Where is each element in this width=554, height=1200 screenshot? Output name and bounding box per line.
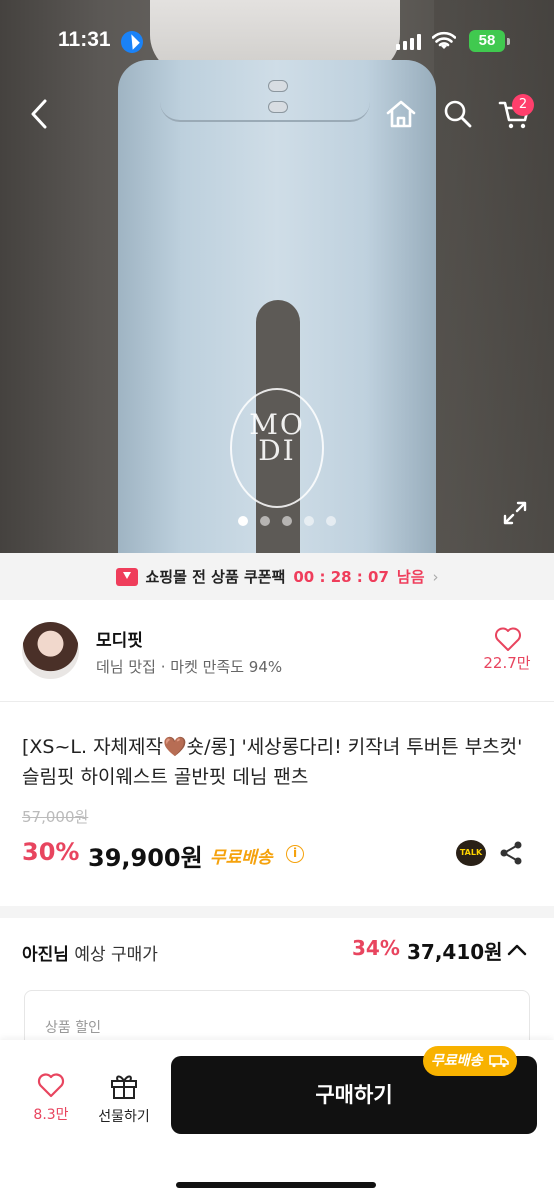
like-button[interactable]: 8.3만 — [22, 1072, 80, 1132]
status-time: 11:31 — [58, 28, 111, 51]
product-discount-label: 상품 할인 — [45, 1020, 101, 1036]
product-title: [XS~L. 자체제작🤎숏/롱] '세상롱다리! 키작녀 투버튼 부츠컷' 슬림… — [22, 736, 523, 788]
gift-button[interactable]: 선물하기 — [90, 1072, 158, 1132]
gift-icon — [111, 1075, 137, 1099]
shop-info[interactable]: 모디핏 데님 맛집 · 마켓 만족도 94% — [0, 600, 554, 702]
section-divider — [0, 906, 554, 918]
brand-logo: MO DI — [249, 408, 305, 467]
coupon-timer: 00 : 28 : 07 — [293, 567, 389, 586]
chevron-up-icon[interactable] — [506, 940, 528, 960]
coupon-text: 쇼핑몰 전 상품 쿠폰팩 — [145, 568, 286, 586]
sale-price: 39,900원 — [88, 844, 203, 872]
page-dot[interactable] — [304, 516, 314, 526]
expand-icon[interactable] — [500, 498, 530, 528]
cart-count-badge: 2 — [512, 94, 534, 116]
info-icon[interactable]: i — [286, 845, 304, 863]
free-shipping-label: 무료배송 — [210, 848, 273, 868]
discount-rate: 30% — [22, 838, 80, 866]
jeans-button — [268, 101, 288, 113]
page-dot[interactable] — [260, 516, 270, 526]
coupon-icon — [115, 567, 138, 586]
like-count: 8.3만 — [33, 1107, 69, 1123]
cellular-signal-icon — [396, 34, 421, 50]
shop-name[interactable]: 모디핏 — [96, 626, 143, 651]
gift-label: 선물하기 — [98, 1109, 150, 1125]
share-icon[interactable] — [498, 840, 524, 866]
home-icon[interactable] — [383, 96, 419, 132]
expected-price-label: 아진님 예상 구매가 — [22, 940, 158, 965]
free-shipping-badge: 무료배송 — [423, 1046, 517, 1076]
image-pagination[interactable] — [0, 516, 554, 526]
search-icon[interactable] — [440, 96, 476, 132]
shop-avatar[interactable] — [22, 622, 79, 679]
expected-price: 37,410원 — [407, 940, 503, 964]
free-shipping-badge-label: 무료배송 — [431, 1053, 483, 1069]
truck-icon — [488, 1055, 509, 1068]
coupon-remain: 남음 — [396, 568, 425, 586]
user-name: 아진님 — [22, 945, 69, 965]
back-icon[interactable] — [22, 96, 58, 132]
expected-price-row[interactable]: 아진님 예상 구매가 34% 37,410원 — [0, 918, 554, 982]
page-dot[interactable] — [326, 516, 336, 526]
original-price: 57,000원 — [22, 808, 89, 826]
expected-label: 예상 구매가 — [74, 945, 158, 965]
status-bar: 11:31 58 — [0, 0, 554, 86]
expected-discount-rate: 34% — [352, 936, 400, 960]
home-indicator — [176, 1182, 376, 1188]
location-icon — [121, 31, 143, 53]
heart-icon — [37, 1073, 65, 1098]
shop-description: 데님 맛집 · 마켓 만족도 94% — [96, 658, 283, 676]
battery-icon: 58 — [469, 30, 505, 52]
battery-nub — [507, 38, 510, 45]
shop-favorite-count: 22.7만 — [483, 654, 531, 672]
wifi-icon — [432, 31, 456, 49]
page-dot[interactable] — [282, 516, 292, 526]
kakao-talk-icon[interactable]: TALK — [456, 840, 486, 866]
page-dot[interactable] — [238, 516, 248, 526]
chevron-right-icon: › — [432, 567, 439, 586]
heart-icon[interactable] — [494, 626, 522, 652]
coupon-banner[interactable]: 쇼핑몰 전 상품 쿠폰팩 00 : 28 : 07 남음 › — [0, 553, 554, 600]
